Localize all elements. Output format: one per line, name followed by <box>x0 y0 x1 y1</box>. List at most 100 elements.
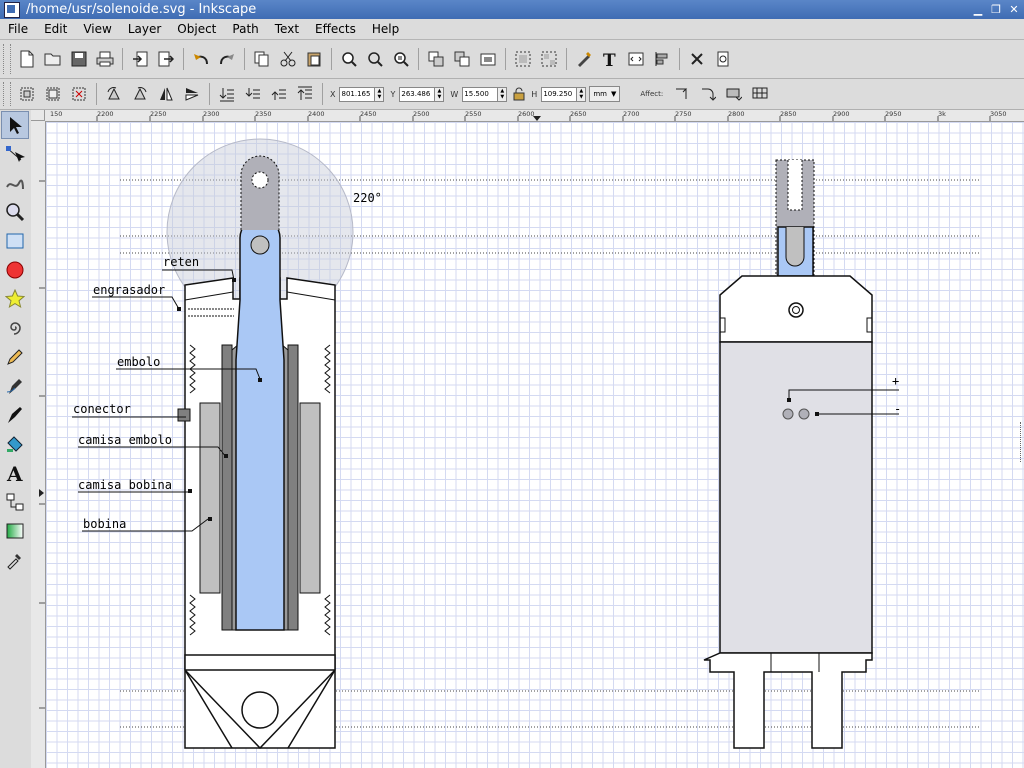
h-input[interactable]: 109.250 <box>541 86 578 102</box>
toolbar-grip[interactable] <box>3 82 11 106</box>
h-label: H <box>531 89 538 99</box>
horizontal-ruler[interactable]: 150 2200 2250 2300 2350 2400 2450 2500 2… <box>45 110 1024 122</box>
label-bobina[interactable]: bobina <box>83 517 126 531</box>
label-reten[interactable]: reten <box>163 255 199 269</box>
affect-rounded-corners-icon[interactable] <box>696 82 720 106</box>
menu-text[interactable]: Text <box>267 22 307 36</box>
label-camisa-embolo[interactable]: camisa embolo <box>78 433 172 447</box>
affect-stroke-width-icon[interactable] <box>670 82 694 106</box>
w-input[interactable]: 15.500 <box>462 86 499 102</box>
ungroup-icon[interactable] <box>537 47 561 71</box>
x-input[interactable]: 801.165 <box>339 86 376 102</box>
menu-effects[interactable]: Effects <box>307 22 364 36</box>
document-properties-icon[interactable] <box>711 47 735 71</box>
zoom-selection-icon[interactable] <box>337 47 361 71</box>
redo-icon[interactable] <box>215 47 239 71</box>
label-conector[interactable]: conector <box>73 402 131 416</box>
solenoid-drawing[interactable]: 220° reten engrasador embolo conector ca… <box>46 122 1024 768</box>
node-tool-icon[interactable] <box>1 140 29 168</box>
pen-tool-icon[interactable] <box>1 372 29 400</box>
ellipse-tool-icon[interactable] <box>1 256 29 284</box>
minimize-icon[interactable]: ▁ <box>970 2 986 17</box>
tweak-tool-icon[interactable] <box>1 169 29 197</box>
connector-tool-icon[interactable] <box>1 488 29 516</box>
deselect-icon[interactable] <box>67 82 91 106</box>
affect-patterns-icon[interactable] <box>748 82 772 106</box>
pencil-tool-icon[interactable] <box>1 343 29 371</box>
cut-icon[interactable] <box>276 47 300 71</box>
zoom-drawing-icon[interactable] <box>363 47 387 71</box>
text-tool-icon[interactable]: A <box>1 459 29 487</box>
zoom-page-icon[interactable] <box>389 47 413 71</box>
lower-icon[interactable] <box>241 82 265 106</box>
preferences-icon[interactable] <box>685 47 709 71</box>
right-scroll-handle[interactable] <box>1020 422 1024 462</box>
clone-icon[interactable] <box>450 47 474 71</box>
open-folder-icon[interactable] <box>41 47 65 71</box>
spiral-tool-icon[interactable] <box>1 314 29 342</box>
w-spinner[interactable]: ▲ ▼ <box>498 86 508 102</box>
star-tool-icon[interactable] <box>1 285 29 313</box>
calligraphy-tool-icon[interactable] <box>1 401 29 429</box>
menu-edit[interactable]: Edit <box>36 22 75 36</box>
menu-object[interactable]: Object <box>169 22 224 36</box>
zoom-tool-icon[interactable] <box>1 198 29 226</box>
rotate-ccw-icon[interactable] <box>102 82 126 106</box>
xml-editor-icon[interactable] <box>624 47 648 71</box>
y-input[interactable]: 263.486 <box>399 86 436 102</box>
inkscape-app-icon[interactable] <box>4 1 20 18</box>
terminal-minus[interactable]: - <box>894 402 901 416</box>
close-icon[interactable]: ✕ <box>1006 2 1022 17</box>
raise-to-top-icon[interactable] <box>293 82 317 106</box>
label-embolo[interactable]: embolo <box>117 355 160 369</box>
flip-vertical-icon[interactable] <box>180 82 204 106</box>
align-distribute-icon[interactable] <box>650 47 674 71</box>
undo-icon[interactable] <box>189 47 213 71</box>
gradient-tool-icon[interactable] <box>1 517 29 545</box>
menu-help[interactable]: Help <box>364 22 407 36</box>
terminal-plus[interactable]: + <box>892 374 899 388</box>
group-icon[interactable] <box>511 47 535 71</box>
rectangle-tool-icon[interactable] <box>1 227 29 255</box>
affect-gradients-icon[interactable] <box>722 82 746 106</box>
paint-bucket-tool-icon[interactable] <box>1 430 29 458</box>
y-field: Y 263.486 ▲ ▼ <box>390 86 445 102</box>
select-all-icon[interactable] <box>15 82 39 106</box>
maximize-icon[interactable]: ❐ <box>988 2 1004 17</box>
menu-file[interactable]: File <box>0 22 36 36</box>
label-engrasador[interactable]: engrasador <box>93 283 165 297</box>
solenoid-exterior[interactable] <box>703 159 899 749</box>
selector-tool-icon[interactable] <box>1 111 29 139</box>
new-document-icon[interactable] <box>15 47 39 71</box>
drawing-canvas[interactable]: 220° reten engrasador embolo conector ca… <box>46 122 1024 768</box>
unit-select[interactable]: mm ▼ <box>589 86 621 102</box>
h-spinner[interactable]: ▲ ▼ <box>577 86 587 102</box>
window-title: /home/usr/solenoide.svg - Inkscape <box>26 2 257 17</box>
select-all-layers-icon[interactable] <box>41 82 65 106</box>
import-icon[interactable] <box>128 47 152 71</box>
menu-layer[interactable]: Layer <box>120 22 169 36</box>
duplicate-icon[interactable] <box>424 47 448 71</box>
x-spinner[interactable]: ▲ ▼ <box>375 86 385 102</box>
dropper-tool-icon[interactable] <box>1 546 29 574</box>
copy-icon[interactable] <box>250 47 274 71</box>
fill-stroke-icon[interactable] <box>572 47 596 71</box>
y-spinner[interactable]: ▲ ▼ <box>435 86 445 102</box>
unlink-clone-icon[interactable] <box>476 47 500 71</box>
print-icon[interactable] <box>93 47 117 71</box>
toolbar-grip[interactable] <box>3 43 11 75</box>
raise-icon[interactable] <box>267 82 291 106</box>
export-icon[interactable] <box>154 47 178 71</box>
text-font-icon[interactable]: T <box>598 47 622 71</box>
paste-icon[interactable] <box>302 47 326 71</box>
vertical-ruler[interactable] <box>31 121 46 768</box>
save-icon[interactable] <box>67 47 91 71</box>
lower-to-bottom-icon[interactable] <box>215 82 239 106</box>
menu-view[interactable]: View <box>75 22 119 36</box>
rotate-cw-icon[interactable] <box>128 82 152 106</box>
toolbar-separator <box>322 83 323 105</box>
flip-horizontal-icon[interactable] <box>154 82 178 106</box>
lock-proportions-icon[interactable] <box>511 82 527 106</box>
label-camisa-bobina[interactable]: camisa bobina <box>78 478 172 492</box>
menu-path[interactable]: Path <box>224 22 266 36</box>
